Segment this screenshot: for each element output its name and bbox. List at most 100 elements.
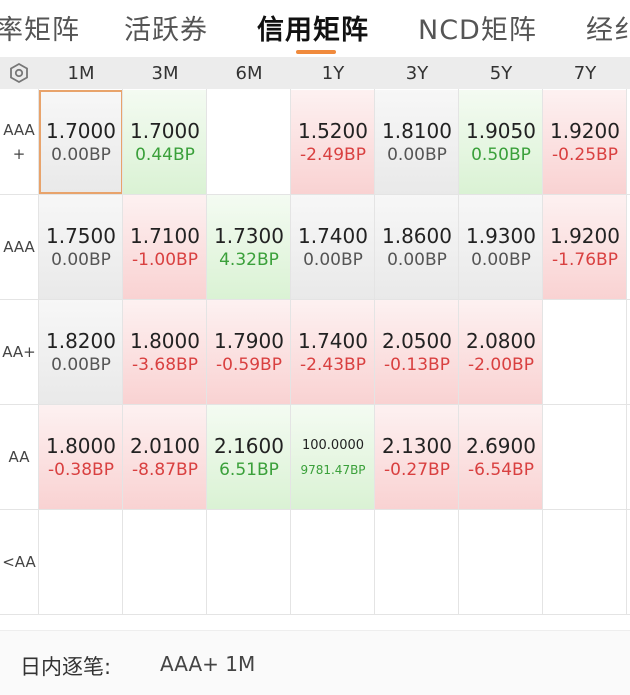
matrix-cell[interactable] bbox=[543, 405, 627, 509]
cell-change-bp: 0.00BP bbox=[303, 250, 363, 270]
cell-change-bp: -0.13BP bbox=[384, 355, 450, 375]
matrix-cell[interactable] bbox=[459, 510, 543, 614]
matrix-cell[interactable]: 2.0500 -0.13BP bbox=[375, 300, 459, 404]
matrix-cell[interactable]: 1.9200 -0.25BP bbox=[543, 90, 627, 194]
matrix-cell[interactable]: 1.9300 0.00BP bbox=[459, 195, 543, 299]
tab-credit-matrix[interactable]: 信用矩阵 bbox=[257, 8, 369, 47]
column-divider bbox=[38, 89, 39, 614]
cell-change-bp: 0.44BP bbox=[135, 145, 195, 165]
cell-yield: 100.0000 bbox=[301, 438, 365, 453]
cell-yield: 1.7500 bbox=[46, 224, 116, 248]
matrix-cell[interactable]: 1.7100 -1.00BP bbox=[123, 195, 207, 299]
cell-change-bp: -1.76BP bbox=[552, 250, 618, 270]
cell-change-bp: 0.00BP bbox=[387, 145, 447, 165]
matrix-cell[interactable]: 1.5200 -2.49BP bbox=[291, 90, 375, 194]
active-tab-indicator bbox=[296, 50, 336, 54]
intraday-selected-cell: AAA+ 1M bbox=[160, 652, 256, 676]
cell-yield: 1.9200 bbox=[550, 119, 620, 143]
matrix-cell[interactable]: 2.0100 -8.87BP bbox=[123, 405, 207, 509]
cell-change-bp: -2.00BP bbox=[468, 355, 534, 375]
cell-yield: 2.6900 bbox=[466, 434, 536, 458]
row-label: AAA bbox=[0, 194, 38, 299]
row-divider bbox=[0, 614, 630, 615]
cell-yield: 2.0100 bbox=[130, 434, 200, 458]
cell-change-bp: -6.54BP bbox=[468, 460, 534, 480]
intraday-tick-bar[interactable]: 日内逐笔: AAA+ 1M bbox=[0, 630, 630, 695]
matrix-cell[interactable]: 1.8600 0.00BP bbox=[375, 195, 459, 299]
cell-change-bp: -2.43BP bbox=[300, 355, 366, 375]
cell-yield: 1.5200 bbox=[298, 119, 368, 143]
tab-active-bonds[interactable]: 活跃券 bbox=[124, 8, 208, 47]
tab-bar: 率矩阵 活跃券 信用矩阵 NCD矩阵 经纟 bbox=[0, 0, 630, 55]
matrix-cell[interactable]: 1.7400 0.00BP bbox=[291, 195, 375, 299]
matrix-cell[interactable] bbox=[123, 510, 207, 614]
col-header-3y: 3Y bbox=[405, 62, 429, 84]
cell-change-bp: 4.32BP bbox=[219, 250, 279, 270]
cell-yield: 1.7000 bbox=[130, 119, 200, 143]
cell-yield: 1.7900 bbox=[214, 329, 284, 353]
matrix-cell[interactable]: 1.7300 4.32BP bbox=[207, 195, 291, 299]
tab-rate-matrix[interactable]: 率矩阵 bbox=[0, 8, 80, 47]
matrix-cell[interactable]: 1.9200 -1.76BP bbox=[543, 195, 627, 299]
matrix-cell[interactable] bbox=[39, 510, 123, 614]
hexagon-gear-icon bbox=[10, 62, 28, 84]
column-divider bbox=[206, 89, 207, 614]
tab-more[interactable]: 经纟 bbox=[586, 8, 630, 47]
cell-yield: 1.8000 bbox=[130, 329, 200, 353]
matrix-cell[interactable] bbox=[207, 90, 291, 194]
row-label-rating: AA bbox=[8, 447, 30, 466]
matrix-cell[interactable]: 2.1600 6.51BP bbox=[207, 405, 291, 509]
row-label: AA bbox=[0, 404, 38, 509]
matrix-settings-button[interactable] bbox=[0, 57, 38, 89]
matrix-cell[interactable]: 1.9050 0.50BP bbox=[459, 90, 543, 194]
cell-yield: 2.0500 bbox=[382, 329, 452, 353]
cell-yield: 1.7400 bbox=[298, 329, 368, 353]
cell-yield: 1.9050 bbox=[466, 119, 536, 143]
cell-change-bp: -0.27BP bbox=[384, 460, 450, 480]
matrix-cell[interactable]: 2.1300 -0.27BP bbox=[375, 405, 459, 509]
cell-change-bp: 9781.47BP bbox=[300, 463, 366, 477]
row-label-rating: AAA bbox=[3, 120, 35, 139]
column-divider bbox=[290, 89, 291, 614]
matrix-cell[interactable]: 1.8100 0.00BP bbox=[375, 90, 459, 194]
matrix-cell[interactable] bbox=[543, 300, 627, 404]
cell-change-bp: 0.00BP bbox=[51, 145, 111, 165]
matrix-cell[interactable]: 2.0800 -2.00BP bbox=[459, 300, 543, 404]
col-header-5y: 5Y bbox=[489, 62, 513, 84]
cell-yield: 1.7100 bbox=[130, 224, 200, 248]
cell-change-bp: 0.00BP bbox=[51, 355, 111, 375]
row-label-rating: AA+ bbox=[2, 342, 36, 361]
matrix-cell[interactable]: 2.6900 -6.54BP bbox=[459, 405, 543, 509]
cell-change-bp: 0.00BP bbox=[387, 250, 447, 270]
matrix-cell[interactable] bbox=[207, 510, 291, 614]
cell-yield: 1.8600 bbox=[382, 224, 452, 248]
cell-change-bp: 0.00BP bbox=[51, 250, 111, 270]
matrix-cell[interactable]: 100.0000 9781.47BP bbox=[291, 405, 375, 509]
matrix-cell[interactable]: 1.7900 -0.59BP bbox=[207, 300, 291, 404]
cell-yield: 2.1600 bbox=[214, 434, 284, 458]
cell-yield: 1.8100 bbox=[382, 119, 452, 143]
cell-yield: 2.1300 bbox=[382, 434, 452, 458]
matrix-cell[interactable] bbox=[375, 510, 459, 614]
header-row: 1M 3M 6M 1Y 3Y 5Y 7Y bbox=[0, 57, 630, 89]
matrix-cell[interactable]: 1.7500 0.00BP bbox=[39, 195, 123, 299]
matrix-cell[interactable]: 1.7400 -2.43BP bbox=[291, 300, 375, 404]
matrix-cell[interactable] bbox=[291, 510, 375, 614]
row-label: <AA bbox=[0, 509, 38, 614]
matrix-cell[interactable]: 1.7000 0.00BP bbox=[39, 90, 123, 194]
tab-ncd-matrix[interactable]: NCD矩阵 bbox=[418, 8, 537, 47]
cell-change-bp: -0.25BP bbox=[552, 145, 618, 165]
matrix-cell[interactable]: 1.7000 0.44BP bbox=[123, 90, 207, 194]
cell-change-bp: -2.49BP bbox=[300, 145, 366, 165]
matrix-cell[interactable]: 1.8000 -3.68BP bbox=[123, 300, 207, 404]
cell-yield: 1.9300 bbox=[466, 224, 536, 248]
cell-change-bp: -0.59BP bbox=[216, 355, 282, 375]
matrix-cell[interactable] bbox=[543, 510, 627, 614]
matrix-cell[interactable]: 1.8200 0.00BP bbox=[39, 300, 123, 404]
cell-change-bp: 0.50BP bbox=[471, 145, 531, 165]
cell-yield: 1.8000 bbox=[46, 434, 116, 458]
cell-yield: 1.7400 bbox=[298, 224, 368, 248]
intraday-label: 日内逐笔: bbox=[20, 655, 112, 679]
matrix-cell[interactable]: 1.8000 -0.38BP bbox=[39, 405, 123, 509]
column-divider bbox=[122, 89, 123, 614]
